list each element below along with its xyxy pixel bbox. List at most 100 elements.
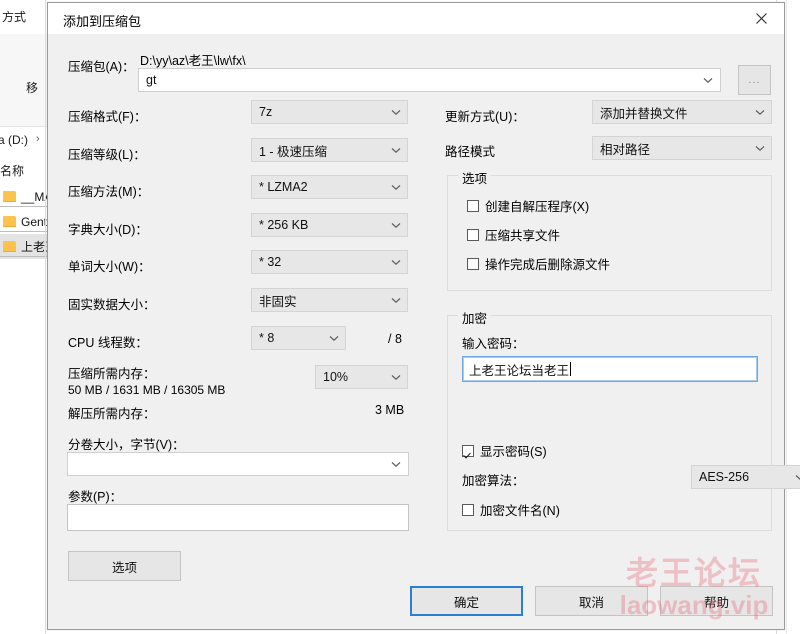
folder-icon — [3, 216, 16, 227]
format-label: 压缩格式(F)： — [68, 110, 147, 124]
chevron-down-icon — [385, 222, 407, 229]
algorithm-combo[interactable]: AES-256 — [691, 465, 800, 489]
checkbox-icon — [467, 257, 479, 270]
dialog-body: 压缩包(A)： D:\yy\az\老王\lw\fx\ gt ... 压缩格式(F… — [48, 34, 800, 629]
options-group-title: 选项 — [458, 168, 492, 187]
add-to-archive-dialog: 添加到压缩包 压缩包(A)： D:\yy\az\老王\lw\fx\ gt ...… — [47, 2, 800, 630]
solid-block-value: 非固实 — [259, 294, 297, 309]
text-caret — [570, 362, 572, 376]
archive-name-value: gt — [146, 73, 157, 87]
help-button-label: 帮助 — [703, 595, 729, 610]
archive-name-combo[interactable]: gt — [138, 68, 721, 92]
checkbox-delete-after[interactable]: 操作完成后删除源文件 — [467, 254, 610, 273]
chevron-right-icon: › — [36, 133, 40, 145]
checkbox-compress-shared[interactable]: 压缩共享文件 — [467, 225, 560, 244]
archive-path-text: D:\yy\az\老王\lw\fx\ — [140, 54, 246, 68]
dictionary-label: 字典大小(D)： — [68, 223, 148, 237]
browse-button[interactable]: ... — [738, 65, 771, 95]
chevron-down-icon — [789, 474, 800, 481]
checkbox-label: 压缩共享文件 — [485, 229, 561, 243]
archive-label: 压缩包(A)： — [68, 60, 135, 74]
format-value: 7z — [259, 105, 273, 119]
method-value: * LZMA2 — [259, 180, 308, 194]
ok-button[interactable]: 确定 — [410, 586, 523, 616]
options-button[interactable]: 选项 — [68, 551, 181, 581]
path-mode-combo[interactable]: 相对路径 — [592, 136, 772, 160]
parameters-label: 参数(P)： — [68, 490, 123, 504]
memory-usage-value: 10% — [323, 370, 349, 384]
update-mode-value: 添加并替换文件 — [600, 106, 688, 121]
chevron-down-icon[interactable] — [696, 77, 720, 84]
checkbox-icon — [467, 228, 479, 241]
algorithm-value: AES-256 — [699, 470, 750, 484]
path-mode-value: 相对路径 — [600, 142, 651, 157]
background-column-header-label: 名称 — [0, 164, 25, 178]
encryption-group: 加密 输入密码： 上老王论坛当老王 显示密码(S) 加密算法： AES-256 … — [447, 308, 800, 531]
background-toolbar-label: 方式 — [2, 10, 27, 24]
word-size-label: 单词大小(W)： — [68, 260, 151, 274]
dictionary-combo[interactable]: * 256 KB — [251, 213, 408, 237]
method-label: 压缩方法(M)： — [68, 185, 150, 199]
checkbox-show-password[interactable]: 显示密码(S) — [462, 441, 547, 460]
chevron-down-icon[interactable] — [384, 461, 408, 468]
background-edge-line-2 — [786, 0, 787, 634]
cancel-button-label: 取消 — [578, 595, 604, 610]
password-label: 输入密码： — [462, 337, 525, 351]
checkbox-icon — [462, 444, 474, 457]
chevron-down-icon — [385, 184, 407, 191]
checkbox-icon — [462, 503, 474, 516]
compress-memory-label: 压缩所需内存： — [68, 367, 156, 381]
dictionary-value: * 256 KB — [259, 218, 309, 232]
cancel-button[interactable]: 取消 — [535, 586, 648, 616]
chevron-down-icon — [323, 335, 345, 342]
folder-icon — [3, 241, 16, 252]
close-button[interactable] — [739, 3, 784, 34]
solid-block-label: 固实数据大小： — [68, 298, 156, 312]
browse-button-label: ... — [748, 74, 761, 86]
decompress-memory-value: 3 MB — [375, 403, 405, 417]
encryption-group-title: 加密 — [458, 308, 492, 327]
help-button[interactable]: 帮助 — [660, 586, 773, 616]
chevron-down-icon — [385, 259, 407, 266]
dialog-title-bar[interactable]: 添加到压缩包 — [48, 3, 784, 34]
folder-icon — [3, 191, 16, 202]
chevron-down-icon — [749, 145, 771, 152]
checkbox-label: 加密文件名(N) — [480, 504, 560, 518]
checkbox-icon — [467, 199, 479, 212]
algorithm-label: 加密算法： — [462, 474, 525, 488]
background-window-edge — [45, 0, 46, 634]
word-size-value: * 32 — [259, 255, 282, 269]
format-combo[interactable]: 7z — [251, 100, 408, 124]
checkbox-create-sfx[interactable]: 创建自解压程序(X) — [467, 196, 589, 215]
solid-block-combo[interactable]: 非固实 — [251, 288, 408, 312]
background-address-text: a (D:) — [0, 133, 28, 147]
password-value: 上老王论坛当老王 — [469, 363, 570, 378]
background-toolbar-label-2: 移 — [26, 81, 39, 95]
chevron-down-icon — [385, 297, 407, 304]
chevron-down-icon — [385, 109, 407, 116]
checkbox-label: 操作完成后删除源文件 — [485, 258, 611, 272]
decompress-memory-label: 解压所需内存： — [68, 407, 156, 421]
method-combo[interactable]: * LZMA2 — [251, 175, 408, 199]
parameters-input[interactable] — [67, 504, 409, 531]
chevron-down-icon — [385, 147, 407, 154]
level-value: 1 - 极速压缩 — [259, 144, 328, 159]
checkbox-label: 显示密码(S) — [480, 445, 547, 459]
cpu-threads-value: * 8 — [259, 331, 275, 345]
word-size-combo[interactable]: * 32 — [251, 250, 408, 274]
compress-memory-value: 50 MB / 1631 MB / 16305 MB — [68, 383, 226, 397]
level-label: 压缩等级(L)： — [68, 148, 146, 162]
memory-usage-combo[interactable]: 10% — [315, 365, 408, 389]
password-input[interactable]: 上老王论坛当老王 — [462, 356, 758, 382]
path-mode-label: 路径模式 — [445, 145, 496, 159]
update-mode-label: 更新方式(U)： — [445, 110, 525, 124]
checkbox-encrypt-filenames[interactable]: 加密文件名(N) — [462, 500, 560, 519]
ok-button-label: 确定 — [453, 595, 479, 610]
update-mode-combo[interactable]: 添加并替换文件 — [592, 100, 772, 124]
cpu-threads-total: / 8 — [388, 332, 402, 346]
cpu-threads-label: CPU 线程数： — [68, 336, 148, 350]
cpu-threads-combo[interactable]: * 8 — [251, 326, 346, 350]
level-combo[interactable]: 1 - 极速压缩 — [251, 138, 408, 162]
volume-size-combo[interactable] — [67, 452, 409, 476]
chevron-down-icon — [385, 374, 407, 381]
